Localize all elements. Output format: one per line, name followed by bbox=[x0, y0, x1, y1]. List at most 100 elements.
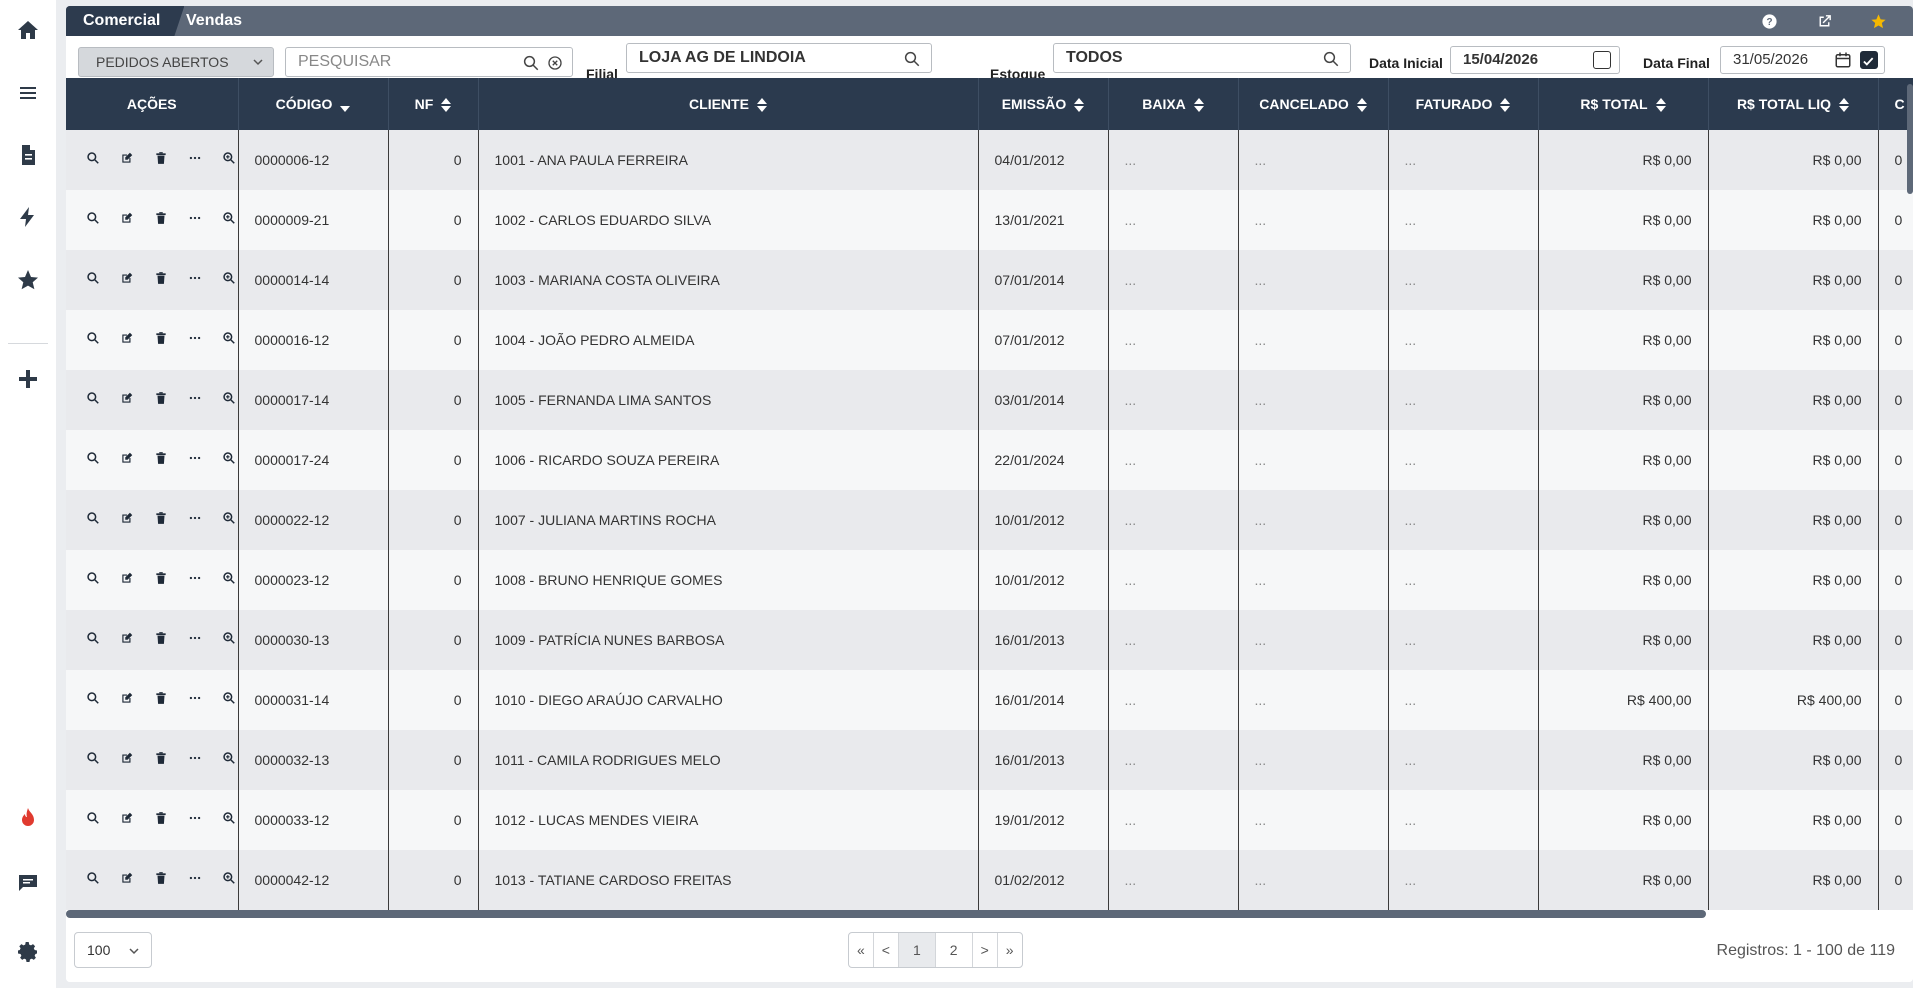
help-icon[interactable]: ? bbox=[1760, 12, 1778, 30]
vertical-scrollbar[interactable] bbox=[1907, 84, 1913, 194]
data-inicial-checkbox[interactable] bbox=[1593, 51, 1611, 69]
table-row[interactable]: 0000014-14 0 1003 - MARIANA COSTA OLIVEIRA… bbox=[66, 250, 1913, 310]
calendar-icon[interactable] bbox=[1834, 51, 1852, 69]
more-options-icon[interactable] bbox=[178, 151, 212, 169]
col-cliente[interactable]: CLIENTE bbox=[478, 78, 979, 130]
more-options-icon[interactable] bbox=[178, 571, 212, 589]
breadcrumb-section[interactable]: Comercial bbox=[66, 6, 184, 36]
view-icon[interactable] bbox=[76, 151, 110, 169]
more-options-icon[interactable] bbox=[178, 631, 212, 649]
zoom-details-icon[interactable] bbox=[212, 691, 237, 709]
more-options-icon[interactable] bbox=[178, 691, 212, 709]
sort-icon[interactable] bbox=[1500, 98, 1511, 113]
zoom-details-icon[interactable] bbox=[212, 511, 237, 529]
zoom-details-icon[interactable] bbox=[212, 211, 237, 229]
home-icon[interactable] bbox=[12, 14, 44, 46]
more-options-icon[interactable] bbox=[178, 871, 212, 889]
more-options-icon[interactable] bbox=[178, 271, 212, 289]
add-icon[interactable] bbox=[12, 363, 44, 395]
edit-icon[interactable] bbox=[110, 571, 144, 589]
view-icon[interactable] bbox=[76, 391, 110, 409]
zoom-details-icon[interactable] bbox=[212, 151, 237, 169]
edit-icon[interactable] bbox=[110, 511, 144, 529]
sort-icon[interactable] bbox=[441, 98, 452, 113]
edit-icon[interactable] bbox=[110, 751, 144, 769]
menu-icon[interactable] bbox=[12, 77, 44, 109]
table-row[interactable]: 0000042-12 0 1013 - TATIANE CARDOSO FREITA… bbox=[66, 850, 1913, 910]
view-icon[interactable] bbox=[76, 211, 110, 229]
zoom-details-icon[interactable] bbox=[212, 391, 237, 409]
document-icon[interactable] bbox=[12, 139, 44, 171]
delete-icon[interactable] bbox=[144, 331, 178, 349]
view-icon[interactable] bbox=[76, 331, 110, 349]
more-options-icon[interactable] bbox=[178, 391, 212, 409]
edit-icon[interactable] bbox=[110, 151, 144, 169]
zoom-details-icon[interactable] bbox=[212, 751, 237, 769]
table-row[interactable]: 0000017-14 0 1005 - FERNANDA LIMA SANTOS 03… bbox=[66, 370, 1913, 430]
delete-icon[interactable] bbox=[144, 811, 178, 829]
page-prev-button[interactable]: < bbox=[874, 933, 899, 967]
clear-icon[interactable] bbox=[546, 54, 564, 72]
col-total-liq[interactable]: R$ TOTAL LIQ bbox=[1708, 78, 1879, 130]
table-row[interactable]: 0000023-12 0 1008 - BRUNO HENRIQUE GOMES 10… bbox=[66, 550, 1913, 610]
page-next-button[interactable]: > bbox=[973, 933, 998, 967]
chat-icon[interactable] bbox=[12, 867, 44, 899]
edit-icon[interactable] bbox=[110, 271, 144, 289]
zoom-details-icon[interactable] bbox=[212, 271, 237, 289]
edit-icon[interactable] bbox=[110, 691, 144, 709]
filial-field[interactable]: LOJA AG DE LINDOIA bbox=[626, 43, 932, 73]
page-1-button[interactable]: 1 bbox=[898, 933, 936, 967]
more-options-icon[interactable] bbox=[178, 811, 212, 829]
edit-icon[interactable] bbox=[110, 451, 144, 469]
table-row[interactable]: 0000031-14 0 1010 - DIEGO ARAÚJO CARVALHO 1… bbox=[66, 670, 1913, 730]
delete-icon[interactable] bbox=[144, 691, 178, 709]
horizontal-scrollbar[interactable] bbox=[66, 910, 1706, 918]
zoom-details-icon[interactable] bbox=[212, 451, 237, 469]
edit-icon[interactable] bbox=[110, 871, 144, 889]
star-icon[interactable] bbox=[12, 264, 44, 296]
view-icon[interactable] bbox=[76, 571, 110, 589]
view-icon[interactable] bbox=[76, 271, 110, 289]
delete-icon[interactable] bbox=[144, 391, 178, 409]
delete-icon[interactable] bbox=[144, 871, 178, 889]
col-emissao[interactable]: EMISSÃO bbox=[978, 78, 1109, 130]
view-icon[interactable] bbox=[76, 511, 110, 529]
data-final-checkbox[interactable] bbox=[1860, 51, 1878, 69]
view-icon[interactable] bbox=[76, 811, 110, 829]
search-icon[interactable] bbox=[1322, 50, 1340, 68]
more-options-icon[interactable] bbox=[178, 331, 212, 349]
table-row[interactable]: 0000017-24 0 1006 - RICARDO SOUZA PEREIRA 2… bbox=[66, 430, 1913, 490]
external-link-icon[interactable] bbox=[1815, 12, 1833, 30]
col-faturado[interactable]: FATURADO bbox=[1388, 78, 1539, 130]
table-row[interactable]: 0000006-12 0 1001 - ANA PAULA FERREIRA 04/0… bbox=[66, 130, 1913, 190]
table-row[interactable]: 0000016-12 0 1004 - JOÃO PEDRO ALMEIDA 07/0… bbox=[66, 310, 1913, 370]
zoom-details-icon[interactable] bbox=[212, 571, 237, 589]
edit-icon[interactable] bbox=[110, 631, 144, 649]
sort-icon[interactable] bbox=[756, 98, 767, 113]
delete-icon[interactable] bbox=[144, 451, 178, 469]
zoom-details-icon[interactable] bbox=[212, 871, 237, 889]
col-baixa[interactable]: BAIXA bbox=[1108, 78, 1239, 130]
more-options-icon[interactable] bbox=[178, 751, 212, 769]
view-icon[interactable] bbox=[76, 871, 110, 889]
table-row[interactable]: 0000030-13 0 1009 - PATRÍCIA NUNES BARBOSA… bbox=[66, 610, 1913, 670]
delete-icon[interactable] bbox=[144, 751, 178, 769]
edit-icon[interactable] bbox=[110, 811, 144, 829]
table-row[interactable]: 0000033-12 0 1012 - LUCAS MENDES VIEIRA 19/… bbox=[66, 790, 1913, 850]
page-size-select[interactable]: 100 bbox=[74, 932, 152, 968]
delete-icon[interactable] bbox=[144, 511, 178, 529]
data-final-field[interactable]: 31/05/2026 bbox=[1720, 46, 1885, 74]
more-options-icon[interactable] bbox=[178, 451, 212, 469]
page-last-button[interactable]: » bbox=[998, 933, 1022, 967]
estoque-field[interactable]: TODOS bbox=[1053, 43, 1351, 73]
view-icon[interactable] bbox=[76, 451, 110, 469]
lightning-icon[interactable] bbox=[12, 201, 44, 233]
status-select[interactable]: PEDIDOS ABERTOS bbox=[78, 47, 274, 77]
zoom-details-icon[interactable] bbox=[212, 811, 237, 829]
delete-icon[interactable] bbox=[144, 571, 178, 589]
delete-icon[interactable] bbox=[144, 631, 178, 649]
settings-gear-icon[interactable] bbox=[12, 936, 44, 968]
sort-icon[interactable] bbox=[1356, 98, 1367, 113]
view-icon[interactable] bbox=[76, 631, 110, 649]
page-first-button[interactable]: « bbox=[849, 933, 874, 967]
